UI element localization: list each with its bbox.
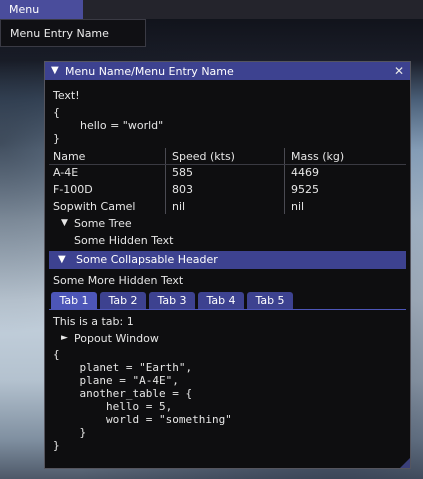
header-label[interactable]: Some Collapsable Header xyxy=(76,253,218,266)
tab-underline xyxy=(49,309,406,310)
header-expanded-icon[interactable]: ▼ xyxy=(58,254,66,265)
table-cell: nil xyxy=(172,200,186,213)
code-line: } xyxy=(53,426,87,439)
tab-3[interactable]: Tab 3 xyxy=(149,292,195,309)
more-hidden-text: Some More Hidden Text xyxy=(53,274,184,287)
collapse-arrow-icon[interactable]: ▼ xyxy=(51,65,59,76)
column-divider[interactable] xyxy=(165,148,166,214)
table-header-speed[interactable]: Speed (kts) xyxy=(172,150,235,163)
column-divider[interactable] xyxy=(284,148,285,214)
text-label: Text! xyxy=(53,89,80,102)
menu-dropdown: Menu Entry Name xyxy=(0,19,146,47)
tab-2[interactable]: Tab 2 xyxy=(100,292,146,309)
main-menubar: Menu Name xyxy=(0,0,423,35)
table-cell: Sopwith Camel xyxy=(53,200,136,213)
table-cell: 9525 xyxy=(291,183,319,196)
menu-name[interactable]: Menu Name xyxy=(0,0,83,35)
table-cell: 803 xyxy=(172,183,193,196)
hidden-text: Some Hidden Text xyxy=(74,234,174,247)
close-icon[interactable]: ✕ xyxy=(394,64,404,78)
resize-grip[interactable] xyxy=(400,458,410,468)
tab-content: This is a tab: 1 xyxy=(53,315,134,328)
tree-label[interactable]: Some Tree xyxy=(74,217,132,230)
tab-4[interactable]: Tab 4 xyxy=(198,292,244,309)
tab-1[interactable]: Tab 1 xyxy=(51,292,97,309)
collapsable-header[interactable]: ▼ Some Collapsable Header xyxy=(49,251,406,269)
tree-collapsed-icon[interactable]: ► xyxy=(61,333,68,343)
code-line: plane = "A-4E", xyxy=(53,374,179,387)
table-cell: nil xyxy=(291,200,305,213)
table-cell: 4469 xyxy=(291,166,319,179)
brace-close: } xyxy=(53,132,60,145)
table-cell: A-4E xyxy=(53,166,79,179)
table-cell: F-100D xyxy=(53,183,93,196)
code-line: planet = "Earth", xyxy=(53,361,193,374)
header-divider xyxy=(49,164,406,165)
code-line: } xyxy=(53,439,60,452)
code-line: { xyxy=(53,348,60,361)
tab-5[interactable]: Tab 5 xyxy=(247,292,293,309)
table-cell: 585 xyxy=(172,166,193,179)
code-line: another_table = { xyxy=(53,387,193,400)
code-line: world = "something" xyxy=(53,413,232,426)
hello-line: hello = "world" xyxy=(80,119,164,132)
table-header-mass[interactable]: Mass (kg) xyxy=(291,150,344,163)
popout-label[interactable]: Popout Window xyxy=(74,332,159,345)
brace-open: { xyxy=(53,106,60,119)
table-header-name[interactable]: Name xyxy=(53,150,85,163)
imgui-window: ▼ Menu Name/Menu Entry Name ✕ Text! { he… xyxy=(44,61,411,469)
menu-entry[interactable]: Menu Entry Name xyxy=(10,27,109,40)
tree-expanded-icon[interactable]: ▼ xyxy=(61,218,68,228)
window-titlebar[interactable]: ▼ Menu Name/Menu Entry Name ✕ xyxy=(45,62,410,80)
code-line: hello = 5, xyxy=(53,400,173,413)
window-title: Menu Name/Menu Entry Name xyxy=(65,65,234,78)
